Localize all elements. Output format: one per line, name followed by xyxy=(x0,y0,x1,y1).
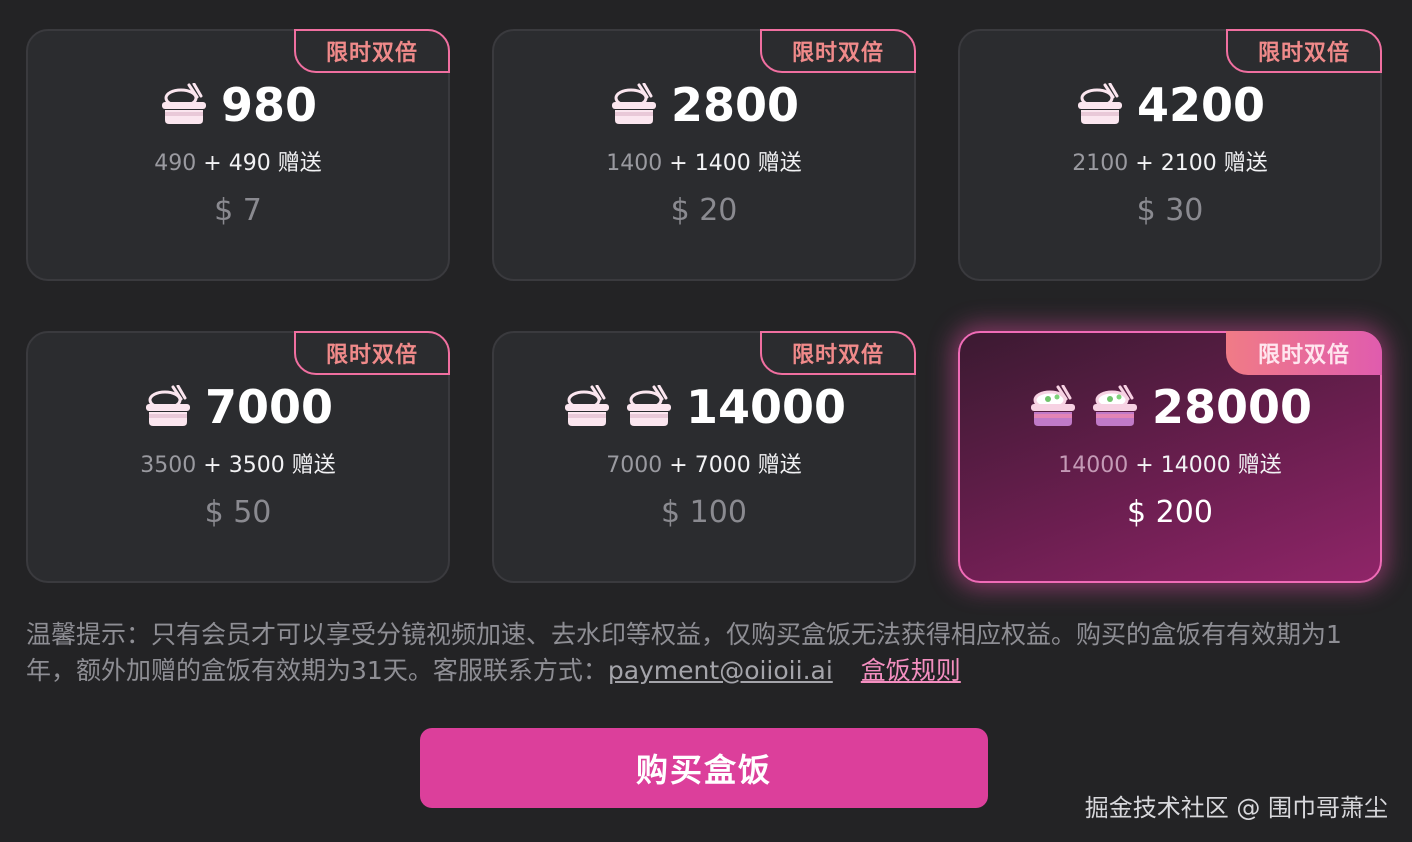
price: $ 200 xyxy=(1127,495,1213,530)
double-bonus-badge: 限时双倍 xyxy=(760,29,916,73)
double-bonus-badge: 限时双倍 xyxy=(1226,29,1382,73)
bonus-amount: + 7000 赠送 xyxy=(669,453,802,478)
package-grid: 限时双倍 980 490 + 490 赠送 $ 7 限时双倍 2800 1400… xyxy=(26,29,1382,583)
bonus-amount: + 1400 赠送 xyxy=(669,151,802,176)
rice-box-icons xyxy=(609,83,659,127)
rice-box-icon xyxy=(609,83,659,127)
package-card-14000[interactable]: 限时双倍 14000 7000 + 7000 赠送 $ 100 xyxy=(492,331,916,583)
rice-box-icon xyxy=(1028,385,1078,429)
rice-box-rules-link[interactable]: 盒饭规则 xyxy=(861,656,961,685)
double-bonus-badge: 限时双倍 xyxy=(294,331,450,375)
package-card-4200[interactable]: 限时双倍 4200 2100 + 2100 赠送 $ 30 xyxy=(958,29,1382,281)
base-amount: 1400 xyxy=(606,151,663,176)
bonus-line: 7000 + 7000 赠送 xyxy=(494,447,914,479)
price: $ 30 xyxy=(1136,193,1204,228)
rice-box-icons xyxy=(159,83,209,127)
buy-rice-box-button[interactable]: 购买盒饭 xyxy=(420,728,988,808)
package-card-980[interactable]: 限时双倍 980 490 + 490 赠送 $ 7 xyxy=(26,29,450,281)
watermark: 掘金技术社区 @ 围巾哥萧尘 xyxy=(1084,794,1388,822)
amount-row: 980 xyxy=(28,79,448,131)
support-email-link[interactable]: payment@oiioii.ai xyxy=(608,656,833,685)
package-card-7000[interactable]: 限时双倍 7000 3500 + 3500 赠送 $ 50 xyxy=(26,331,450,583)
rice-box-amount: 980 xyxy=(220,78,318,132)
base-amount: 14000 xyxy=(1058,453,1129,478)
price: $ 50 xyxy=(204,495,272,530)
rice-box-amount: 4200 xyxy=(1136,78,1266,132)
rice-box-icon xyxy=(624,385,674,429)
rice-box-icon xyxy=(143,385,193,429)
rice-box-icons xyxy=(1075,83,1125,127)
rice-box-amount: 14000 xyxy=(685,380,847,434)
price: $ 7 xyxy=(214,193,262,228)
rice-box-amount: 2800 xyxy=(670,78,800,132)
bonus-amount: + 490 赠送 xyxy=(203,151,322,176)
bonus-amount: + 3500 赠送 xyxy=(203,453,336,478)
price: $ 20 xyxy=(670,193,738,228)
base-amount: 7000 xyxy=(606,453,663,478)
amount-row: 7000 xyxy=(28,381,448,433)
bonus-line: 14000 + 14000 赠送 xyxy=(960,447,1380,479)
rice-box-icon xyxy=(562,385,612,429)
price: $ 100 xyxy=(661,495,747,530)
package-card-2800[interactable]: 限时双倍 2800 1400 + 1400 赠送 $ 20 xyxy=(492,29,916,281)
bonus-amount: + 2100 赠送 xyxy=(1135,151,1268,176)
rice-box-icons xyxy=(143,385,193,429)
double-bonus-badge: 限时双倍 xyxy=(760,331,916,375)
notice-text: 温馨提示：只有会员才可以享受分镜视频加速、去水印等权益，仅购买盒饭无法获得相应权… xyxy=(26,617,1386,689)
rice-box-icon xyxy=(1090,385,1140,429)
amount-row: 14000 xyxy=(494,381,914,433)
bonus-line: 3500 + 3500 赠送 xyxy=(28,447,448,479)
double-bonus-badge: 限时双倍 xyxy=(294,29,450,73)
rice-box-amount: 7000 xyxy=(204,380,334,434)
bonus-amount: + 14000 赠送 xyxy=(1135,453,1282,478)
rice-box-icons xyxy=(562,385,674,429)
bonus-line: 2100 + 2100 赠送 xyxy=(960,145,1380,177)
rice-box-amount: 28000 xyxy=(1151,380,1313,434)
rice-box-icon xyxy=(1075,83,1125,127)
package-card-28000[interactable]: 限时双倍 28000 14000 + 14000 赠送 $ 200 xyxy=(958,331,1382,583)
base-amount: 3500 xyxy=(140,453,197,478)
base-amount: 2100 xyxy=(1072,151,1129,176)
bonus-line: 1400 + 1400 赠送 xyxy=(494,145,914,177)
base-amount: 490 xyxy=(154,151,197,176)
amount-row: 4200 xyxy=(960,79,1380,131)
amount-row: 28000 xyxy=(960,381,1380,433)
double-bonus-badge: 限时双倍 xyxy=(1226,331,1382,375)
amount-row: 2800 xyxy=(494,79,914,131)
rice-box-icon xyxy=(159,83,209,127)
rice-box-icons xyxy=(1028,385,1140,429)
bonus-line: 490 + 490 赠送 xyxy=(28,145,448,177)
